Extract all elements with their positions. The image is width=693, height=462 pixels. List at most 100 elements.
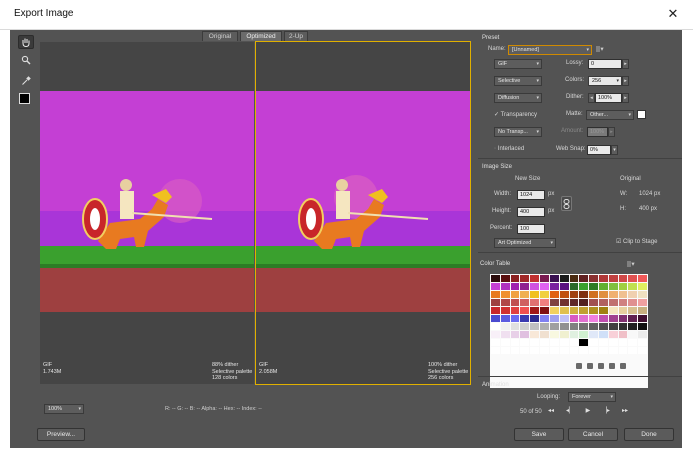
color-swatch[interactable] bbox=[618, 307, 628, 314]
color-swatch[interactable] bbox=[530, 323, 540, 330]
color-swatch[interactable] bbox=[530, 347, 540, 354]
color-swatch[interactable] bbox=[638, 275, 647, 282]
color-swatch[interactable] bbox=[500, 331, 510, 338]
color-swatch[interactable] bbox=[549, 307, 559, 314]
color-swatch[interactable] bbox=[589, 315, 598, 322]
transparency-checkbox[interactable]: ✓ Transparency bbox=[494, 111, 537, 118]
color-swatch[interactable] bbox=[520, 299, 530, 306]
color-swatch[interactable] bbox=[549, 275, 559, 282]
color-swatch[interactable] bbox=[618, 291, 628, 298]
color-swatch[interactable] bbox=[549, 299, 559, 306]
color-swatch[interactable] bbox=[598, 347, 608, 354]
looping-dropdown[interactable]: Forever ▾ bbox=[568, 392, 616, 402]
color-swatch[interactable] bbox=[540, 307, 549, 314]
color-swatch[interactable] bbox=[638, 291, 647, 298]
color-swatch[interactable] bbox=[500, 315, 510, 322]
color-swatch[interactable] bbox=[598, 307, 608, 314]
eyedropper-color-swatch[interactable] bbox=[19, 93, 30, 104]
tab-original[interactable]: Original bbox=[202, 31, 238, 41]
color-swatch[interactable] bbox=[500, 347, 510, 354]
color-swatch[interactable] bbox=[628, 307, 638, 314]
color-swatch[interactable] bbox=[559, 331, 569, 338]
color-swatch[interactable] bbox=[520, 315, 530, 322]
color-swatch[interactable] bbox=[579, 275, 589, 282]
color-swatch[interactable] bbox=[628, 323, 638, 330]
color-swatch[interactable] bbox=[540, 323, 549, 330]
delete-color-icon[interactable] bbox=[620, 363, 626, 369]
color-swatch[interactable] bbox=[638, 299, 647, 306]
color-swatch[interactable] bbox=[491, 299, 500, 306]
preset-name-dropdown[interactable]: [Unnamed] ▾ bbox=[508, 45, 592, 55]
color-swatch[interactable] bbox=[598, 339, 608, 346]
tab-optimized[interactable]: Optimized bbox=[240, 31, 282, 41]
color-swatch[interactable] bbox=[569, 315, 579, 322]
color-swatch[interactable] bbox=[510, 347, 520, 354]
color-swatch[interactable] bbox=[579, 331, 589, 338]
color-swatch[interactable] bbox=[530, 291, 540, 298]
color-swatch[interactable] bbox=[559, 283, 569, 290]
color-swatch[interactable] bbox=[559, 347, 569, 354]
color-swatch[interactable] bbox=[579, 299, 589, 306]
color-swatch[interactable] bbox=[628, 339, 638, 346]
color-swatch[interactable] bbox=[598, 299, 608, 306]
preview-button[interactable]: Preview... bbox=[37, 428, 85, 441]
color-swatch[interactable] bbox=[559, 275, 569, 282]
lossy-slider-arrow[interactable]: ▸ bbox=[622, 59, 629, 69]
color-swatch[interactable] bbox=[510, 291, 520, 298]
dither-slider-arrow[interactable]: ▸ bbox=[622, 93, 629, 103]
color-swatch[interactable] bbox=[540, 283, 549, 290]
next-frame-icon[interactable]: ▕▸ bbox=[602, 407, 610, 414]
color-swatch[interactable] bbox=[569, 347, 579, 354]
websnap-input[interactable]: 0% bbox=[587, 145, 611, 155]
matte-color-swatch[interactable] bbox=[637, 110, 646, 119]
color-swatch[interactable] bbox=[530, 307, 540, 314]
color-swatch[interactable] bbox=[638, 331, 647, 338]
color-swatch[interactable] bbox=[549, 331, 559, 338]
color-swatch[interactable] bbox=[579, 307, 589, 314]
color-swatch[interactable] bbox=[491, 339, 500, 346]
first-frame-icon[interactable]: ◂◂ bbox=[548, 407, 554, 414]
color-swatch[interactable] bbox=[559, 291, 569, 298]
color-swatch[interactable] bbox=[559, 299, 569, 306]
color-swatch[interactable] bbox=[549, 347, 559, 354]
color-swatch[interactable] bbox=[510, 299, 520, 306]
amount-slider-arrow[interactable]: ▸ bbox=[608, 127, 615, 137]
lossy-input[interactable]: 0 bbox=[588, 59, 622, 69]
color-swatch[interactable] bbox=[618, 299, 628, 306]
color-swatch[interactable] bbox=[618, 347, 628, 354]
color-swatch[interactable] bbox=[559, 339, 569, 346]
color-swatch[interactable] bbox=[608, 331, 618, 338]
color-swatch[interactable] bbox=[598, 323, 608, 330]
color-swatch[interactable] bbox=[530, 299, 540, 306]
color-swatch[interactable] bbox=[598, 315, 608, 322]
color-swatch[interactable] bbox=[598, 275, 608, 282]
color-swatch[interactable] bbox=[638, 315, 647, 322]
color-swatch[interactable] bbox=[500, 323, 510, 330]
format-dropdown[interactable]: GIF ▾ bbox=[494, 59, 542, 69]
color-swatch[interactable] bbox=[638, 339, 647, 346]
color-swatch[interactable] bbox=[510, 339, 520, 346]
snap-to-web-icon[interactable] bbox=[598, 363, 604, 369]
color-swatch[interactable] bbox=[530, 275, 540, 282]
color-swatch[interactable] bbox=[589, 339, 598, 346]
colors-dropdown[interactable]: 256 ▾ bbox=[588, 76, 622, 86]
colors-slider-arrow[interactable]: ▸ bbox=[622, 76, 629, 86]
color-swatch[interactable] bbox=[579, 347, 589, 354]
cancel-button[interactable]: Cancel bbox=[568, 428, 618, 441]
color-swatch[interactable] bbox=[549, 339, 559, 346]
color-swatch[interactable] bbox=[569, 307, 579, 314]
color-swatch[interactable] bbox=[628, 283, 638, 290]
color-swatch[interactable] bbox=[569, 323, 579, 330]
color-swatch[interactable] bbox=[500, 291, 510, 298]
color-swatch[interactable] bbox=[628, 299, 638, 306]
color-swatch[interactable] bbox=[520, 291, 530, 298]
color-swatch[interactable] bbox=[579, 323, 589, 330]
color-swatch[interactable] bbox=[491, 291, 500, 298]
color-swatch[interactable] bbox=[549, 323, 559, 330]
color-swatch[interactable] bbox=[540, 347, 549, 354]
preset-menu-icon[interactable] bbox=[596, 45, 604, 53]
color-swatch[interactable] bbox=[589, 275, 598, 282]
color-swatch[interactable] bbox=[638, 283, 647, 290]
color-swatch[interactable] bbox=[618, 275, 628, 282]
color-swatch[interactable] bbox=[628, 331, 638, 338]
